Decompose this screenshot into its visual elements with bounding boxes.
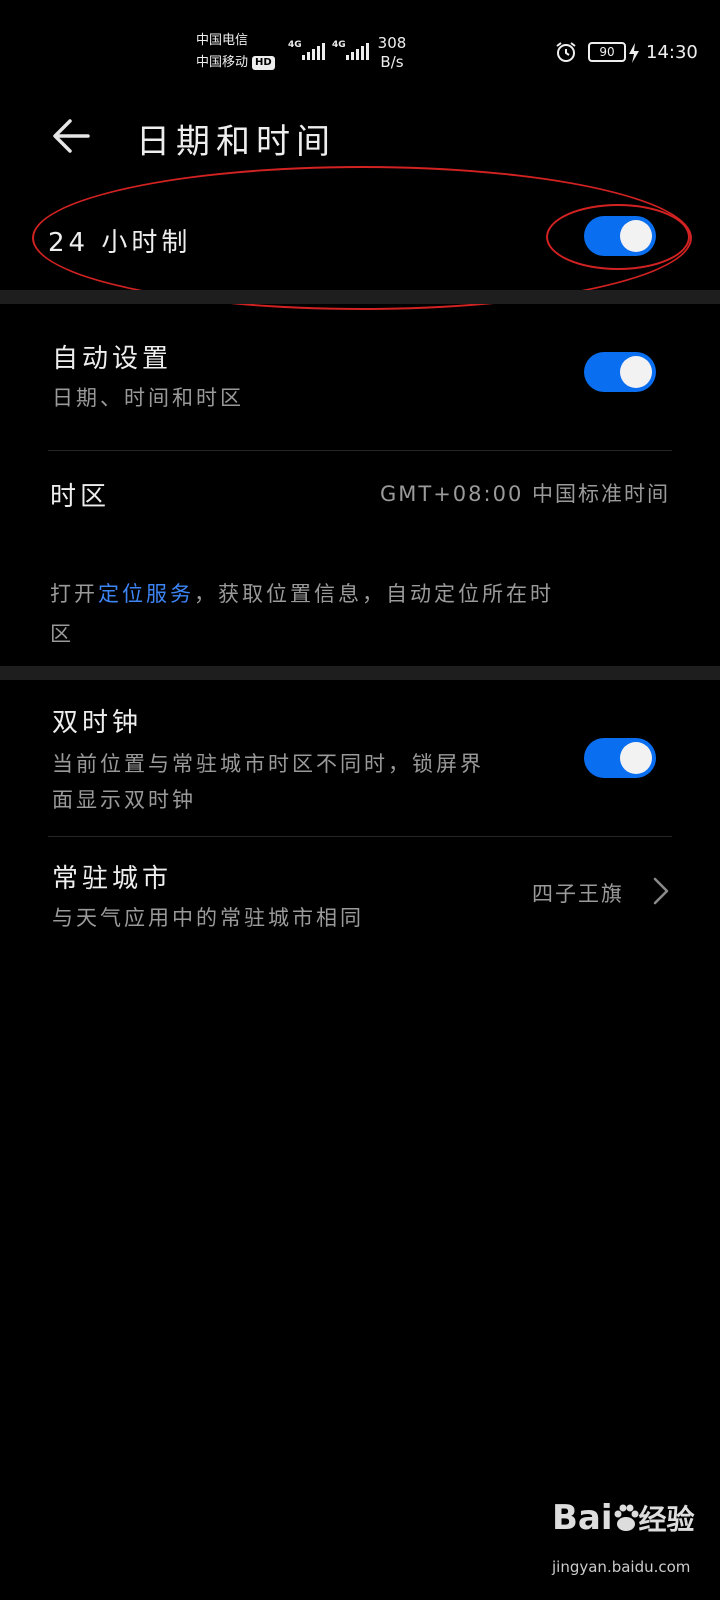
row-divider [48,450,672,451]
network-speed-unit: B/s [380,53,404,71]
watermark-logo: Bai 经验 [552,1498,695,1538]
timezone-hint-line2: 区 [50,622,74,646]
network-type-1: 4G [288,40,302,50]
carrier-primary: 中国电信 [196,33,249,48]
hd-badge: HD [252,55,275,70]
back-button[interactable] [48,112,96,160]
section-divider [0,666,720,680]
auto-set-subtitle: 日期、时间和时区 [52,386,244,410]
network-type-2: 4G [332,40,346,50]
alarm-icon [554,40,578,64]
dual-clock-row[interactable]: 双时钟 当前位置与常驻城市时区不同时，锁屏界 面显示双时钟 [0,694,720,834]
watermark-url: jingyan.baidu.com [552,1558,691,1576]
timezone-row[interactable]: 时区 GMT+08:00 中国标准时间 [0,456,720,534]
arrow-left-icon [53,119,90,153]
network-speed: 308 B/s [372,34,412,72]
section-divider [0,290,720,304]
network-speed-value: 308 [377,34,407,52]
row-divider [48,836,672,837]
home-city-value: 四子王旗 [532,882,624,906]
battery-level: 90 [588,42,626,62]
chevron-right-icon [652,876,670,906]
dual-clock-toggle[interactable] [584,738,656,778]
signal-2: 4G [332,40,346,50]
signal-1: 4G [288,40,302,50]
hint-rest: ，获取位置信息，自动定位所在时 [194,582,554,606]
status-time: 14:30 [646,42,698,63]
home-city-title: 常驻城市 [52,864,173,894]
hint-prefix: 打开 [50,582,98,606]
dual-clock-subtitle-line2: 面显示双时钟 [52,788,196,812]
dual-clock-subtitle-line1: 当前位置与常驻城市时区不同时，锁屏界 [52,752,484,776]
carrier-secondary-label: 中国移动 [196,55,249,70]
home-city-row[interactable]: 常驻城市 与天气应用中的常驻城市相同 四子王旗 [0,842,720,952]
annotation-ellipse-toggle [546,204,690,270]
dual-clock-subtitle: 当前位置与常驻城市时区不同时，锁屏界 面显示双时钟 [52,746,484,818]
toggle-knob [620,742,652,774]
watermark-logo-left: Bai [552,1498,613,1538]
carrier-secondary: 中国移动 HD [196,54,275,72]
timezone-title: 时区 [50,482,111,512]
timezone-hint-line1: 打开定位服务，获取位置信息，自动定位所在时 [50,574,670,614]
status-bar: 中国电信 中国移动 HD 4G 4G 308 B/s 90 14:30 [0,0,720,100]
dual-clock-title: 双时钟 [52,708,143,738]
timezone-value: GMT+08:00 中国标准时间 [379,482,670,506]
paw-icon [613,1502,639,1532]
timezone-hint: 打开定位服务，获取位置信息，自动定位所在时 区 [50,574,670,654]
charging-icon [628,43,640,63]
signal-bars-2-icon [346,43,369,60]
auto-set-title: 自动设置 [52,344,173,374]
toggle-knob [620,356,652,388]
page-title: 日期和时间 [136,122,336,162]
auto-set-row[interactable]: 自动设置 日期、时间和时区 [0,318,720,442]
auto-set-toggle[interactable] [584,352,656,392]
watermark-logo-right: 经验 [638,1503,695,1536]
home-city-subtitle: 与天气应用中的常驻城市相同 [52,906,364,930]
signal-bars-1-icon [302,43,325,60]
baidu-jingyan-watermark: Bai 经验 jingyan.baidu.com [552,1490,712,1590]
location-service-link[interactable]: 定位服务 [98,582,194,606]
